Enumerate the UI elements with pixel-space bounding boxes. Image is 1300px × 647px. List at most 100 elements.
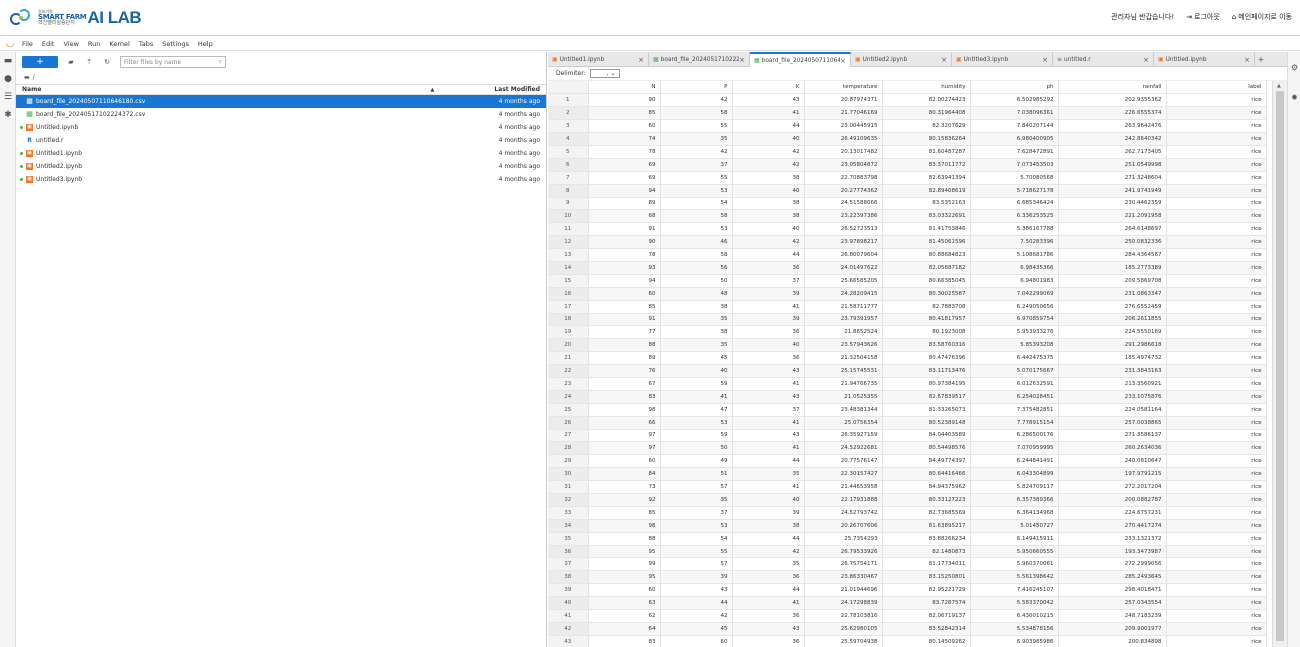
table-cell[interactable]: rice: [1166, 261, 1267, 275]
table-cell[interactable]: 60: [660, 635, 733, 647]
new-folder-icon[interactable]: ▰: [66, 58, 76, 66]
table-cell[interactable]: 185.4974732: [1058, 351, 1167, 366]
table-cell[interactable]: 42: [660, 93, 733, 108]
add-tab-icon[interactable]: +: [1255, 52, 1267, 66]
table-cell[interactable]: 39: [732, 313, 805, 327]
table-cell[interactable]: 41: [732, 106, 805, 121]
table-cell[interactable]: 82.63941394: [882, 171, 971, 185]
table-cell[interactable]: 7.50283396: [970, 235, 1059, 250]
table-cell[interactable]: rice: [1166, 313, 1267, 327]
table-cell[interactable]: 271.3248604: [1058, 171, 1167, 185]
table-cell[interactable]: 37: [732, 403, 805, 417]
table-cell[interactable]: 82.67839517: [882, 390, 971, 404]
table-cell[interactable]: 92: [588, 493, 661, 507]
table-cell[interactable]: 6.254028451: [970, 390, 1059, 404]
table-cell[interactable]: 82.3207629: [882, 119, 971, 134]
table-cell[interactable]: 44: [732, 454, 805, 469]
table-cell[interactable]: 55: [660, 171, 733, 185]
file-row[interactable]: ▦ board_file_20240517102224372.csv 4 month…: [16, 108, 546, 121]
table-cell[interactable]: 80.15836264: [882, 132, 971, 146]
column-header[interactable]: humidity: [882, 81, 971, 95]
table-cell[interactable]: 82.05687182: [882, 261, 971, 275]
table-cell[interactable]: 80.14509262: [882, 635, 971, 647]
table-cell[interactable]: 44: [660, 596, 733, 611]
table-cell[interactable]: 98: [588, 403, 661, 417]
menu-file[interactable]: File: [22, 40, 33, 48]
table-cell[interactable]: 82.95221729: [882, 583, 971, 598]
table-row[interactable]: 32 92 35 40 22.17931888 80.33127223 6.35738936…: [548, 493, 1267, 507]
table-cell[interactable]: 298.4018471: [1058, 583, 1167, 598]
table-cell[interactable]: 66: [588, 416, 661, 430]
table-row[interactable]: 5 78 42 42 20.13017482 81.60487287 7.628472891…: [548, 145, 1267, 159]
table-cell[interactable]: 53: [660, 222, 733, 237]
scroll-up-icon[interactable]: ▲: [1277, 83, 1281, 89]
table-cell[interactable]: 62: [588, 609, 661, 623]
editor-tab[interactable]: ▣ Untitled.ipynb ×: [1154, 52, 1255, 67]
table-cell[interactable]: 193.3473987: [1058, 545, 1167, 559]
table-row[interactable]: 33 85 37 39 24.52793742 82.73685569 6.36413496…: [548, 506, 1267, 520]
folder-breadcrumb-icon[interactable]: ▬: [24, 74, 30, 81]
table-cell[interactable]: 83.58760316: [882, 338, 971, 353]
table-cell[interactable]: 80.54498576: [882, 441, 971, 456]
table-row[interactable]: 6 69 37 42 23.05804872 83.37011772 7.073453503…: [548, 158, 1267, 172]
table-cell[interactable]: 251.0549998: [1058, 158, 1167, 172]
close-icon[interactable]: ×: [638, 56, 644, 64]
editor-tab[interactable]: ▣ Untitled2.ipynb ×: [851, 52, 952, 67]
table-row[interactable]: 4 74 35 40 26.49109635 80.15836264 6.980400905…: [548, 132, 1267, 146]
table-cell[interactable]: 41: [732, 377, 805, 391]
table-cell[interactable]: rice: [1166, 364, 1267, 378]
table-row[interactable]: 29 60 49 44 20.77576147 84.49774397 6.24484149…: [548, 454, 1267, 469]
close-icon[interactable]: ×: [1143, 56, 1149, 64]
table-cell[interactable]: 95: [588, 570, 661, 585]
table-cell[interactable]: 197.9791215: [1058, 467, 1167, 482]
table-cell[interactable]: 24.01497622: [804, 261, 883, 275]
table-cell[interactable]: 20.26707606: [804, 519, 883, 533]
close-icon[interactable]: ×: [941, 56, 947, 64]
close-icon[interactable]: ×: [840, 57, 846, 65]
table-cell[interactable]: 53: [660, 416, 733, 430]
table-cell[interactable]: 53: [660, 184, 733, 198]
table-cell[interactable]: 69: [588, 171, 661, 185]
table-cell[interactable]: 43: [732, 390, 805, 404]
table-cell[interactable]: 35: [660, 313, 733, 327]
table-cell[interactable]: rice: [1166, 557, 1267, 572]
table-cell[interactable]: 40: [732, 338, 805, 353]
table-cell[interactable]: 6.98435366: [970, 261, 1059, 275]
table-cell[interactable]: 231.3843163: [1058, 364, 1167, 378]
table-cell[interactable]: 36: [732, 325, 805, 340]
table-cell[interactable]: 5.953933276: [970, 325, 1059, 340]
file-row[interactable]: ▣ Untitled.ipynb 4 months ago: [16, 121, 546, 134]
table-cell[interactable]: 20.27774362: [804, 184, 883, 198]
table-cell[interactable]: 83: [588, 390, 661, 404]
file-row[interactable]: ▣ Untitled2.ipynb 4 months ago: [16, 160, 546, 173]
table-cell[interactable]: 38: [732, 519, 805, 533]
table-cell[interactable]: 291.2986618: [1058, 338, 1167, 353]
table-cell[interactable]: 7.628472891: [970, 145, 1059, 159]
table-cell[interactable]: rice: [1166, 351, 1267, 366]
table-cell[interactable]: 257.0038865: [1058, 416, 1167, 430]
table-cell[interactable]: 37: [660, 506, 733, 520]
table-cell[interactable]: 69: [588, 158, 661, 172]
table-row[interactable]: 10 68 58 38 23.22397386 83.03322691 6.33625352…: [548, 209, 1267, 224]
table-cell[interactable]: 206.2611855: [1058, 313, 1167, 327]
table-cell[interactable]: 40: [660, 364, 733, 378]
table-cell[interactable]: 224.0581164: [1058, 403, 1167, 417]
table-cell[interactable]: 54: [660, 197, 733, 211]
table-cell[interactable]: rice: [1166, 145, 1267, 159]
table-row[interactable]: 27 97 59 43 26.35927159 84.04403589 6.28650017…: [548, 429, 1267, 443]
table-cell[interactable]: 6.249050656: [970, 300, 1059, 314]
table-row[interactable]: 28 97 50 41 24.52922681 80.54498576 7.07095999…: [548, 441, 1267, 456]
table-cell[interactable]: 90: [588, 235, 661, 250]
refresh-icon[interactable]: ↻: [102, 58, 112, 66]
table-cell[interactable]: 42: [732, 545, 805, 559]
table-row[interactable]: 21 89 45 36 21.32504158 80.47476396 6.44247537…: [548, 351, 1267, 366]
table-cell[interactable]: 84.49774397: [882, 454, 971, 469]
table-cell[interactable]: 21.58711777: [804, 300, 883, 314]
table-cell[interactable]: 23.97898217: [804, 235, 883, 250]
table-cell[interactable]: 38: [732, 171, 805, 185]
table-cell[interactable]: 224.5550169: [1058, 325, 1167, 340]
table-cell[interactable]: 57: [660, 480, 733, 494]
menu-kernel[interactable]: Kernel: [109, 40, 129, 48]
table-cell[interactable]: rice: [1166, 545, 1267, 559]
table-cell[interactable]: rice: [1166, 506, 1267, 520]
